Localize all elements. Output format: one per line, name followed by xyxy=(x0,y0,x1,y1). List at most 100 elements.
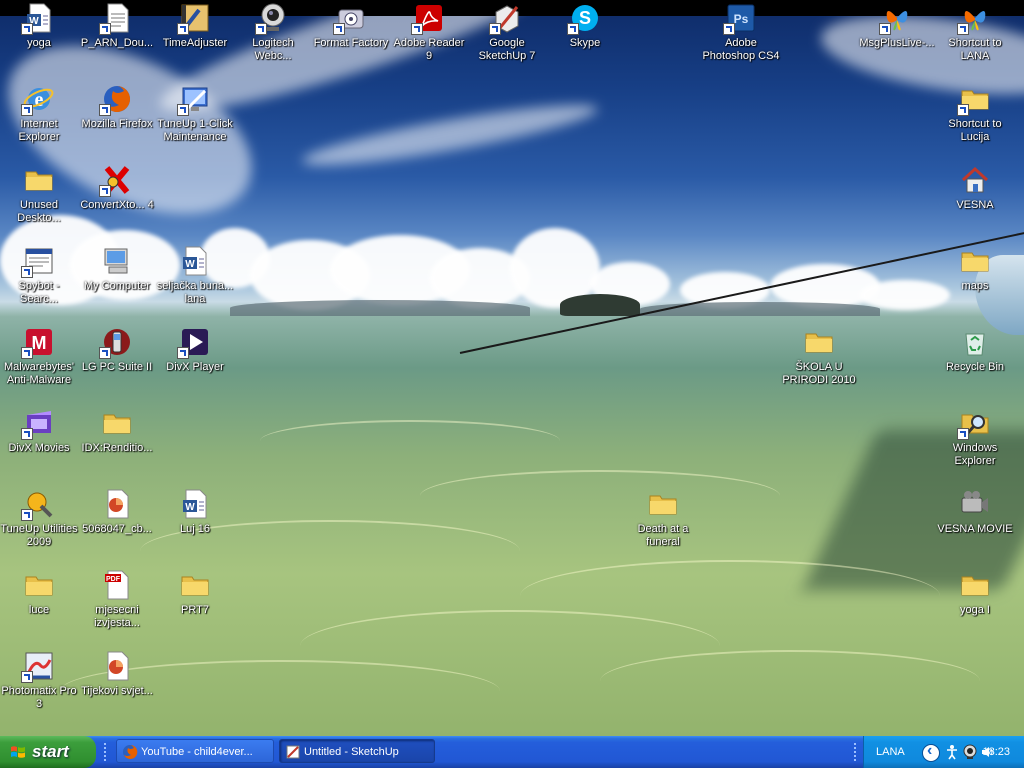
desktop-icon-luj-16[interactable]: W Luj 16 xyxy=(156,488,234,536)
desktop-icon-shortcut-to-lucija[interactable]: Shortcut to Lucija xyxy=(936,83,1014,144)
icon-label: Internet Explorer xyxy=(18,118,60,143)
desktop-icon-p-arn-dou[interactable]: P_ARN_Dou... xyxy=(78,2,156,50)
document-icon xyxy=(99,2,133,35)
shortcut-arrow-icon xyxy=(723,23,735,35)
desktop-icon-google-sketchup-7[interactable]: Google SketchUp 7 xyxy=(468,2,546,63)
desktop-icon-divx-movies[interactable]: DivX Movies xyxy=(0,407,78,455)
desktop-icon-logitech-webc[interactable]: Logitech Webc... xyxy=(234,2,312,63)
desktop-icon-tuneup-utilities-2009[interactable]: TuneUp Utilities 2009 xyxy=(0,488,78,549)
taskbar-grip[interactable] xyxy=(104,743,110,761)
msn-butterfly-icon xyxy=(957,2,991,35)
taskbar-button-youtube[interactable]: YouTube - child4ever... xyxy=(116,739,274,763)
folder-icon xyxy=(959,569,991,601)
desktop-icon-kola-u-prirodi-2010[interactable]: ŠKOLA U PRIRODI 2010 xyxy=(780,326,858,387)
shortcut-arrow-icon xyxy=(99,23,111,35)
desktop-icon-adobe-photoshop-cs4[interactable]: Ps Adobe Photoshop CS4 xyxy=(702,2,780,63)
desktop-icon-adobe-reader-9[interactable]: Adobe Reader 9 xyxy=(390,2,468,63)
webcam-tray-icon[interactable] xyxy=(962,744,978,760)
desktop-icon-5068047-cb[interactable]: 5068047_cb... xyxy=(78,488,156,536)
desktop-icon-shortcut-to-lana[interactable]: Shortcut to LANA xyxy=(936,2,1014,63)
desktop-icon-divx-player[interactable]: DivX Player xyxy=(156,326,234,374)
icon-label: Shortcut to Lucija xyxy=(948,118,1002,143)
desktop-icon-spybot-searc[interactable]: Spybot - Searc... xyxy=(0,245,78,306)
desktop-icon-yoga[interactable]: Wyoga xyxy=(0,2,78,50)
task-label: Untitled - SketchUp xyxy=(304,746,399,758)
icon-label: Unused Deskto... xyxy=(17,199,61,224)
language-indicator[interactable]: LANA xyxy=(876,736,905,768)
skype-icon: S xyxy=(567,2,601,35)
convertx-icon xyxy=(99,164,133,197)
show-hidden-icons-icon[interactable] xyxy=(922,742,940,762)
desktop-icon-windows-explorer[interactable]: Windows Explorer xyxy=(936,407,1014,468)
desktop-icon-mozilla-firefox[interactable]: Mozilla Firefox xyxy=(78,83,156,131)
desktop-icon-lg-pc-suite-ii[interactable]: LG PC Suite II xyxy=(78,326,156,374)
icon-label: PRT7 xyxy=(181,604,209,616)
desktop-icon-recycle-bin[interactable]: Recycle Bin xyxy=(936,326,1014,374)
icon-label: MsgPlusLive-... xyxy=(859,37,935,49)
svg-text:W: W xyxy=(185,259,195,270)
shortcut-arrow-icon xyxy=(21,104,33,116)
desktop-icon-tijekovi-svjet[interactable]: Tijekovi svjet... xyxy=(78,650,156,698)
windows-explorer-icon xyxy=(957,407,991,440)
desktop-icon-death-at-a-funeral[interactable]: Death at a funeral xyxy=(624,488,702,549)
desktop-icon-idx-renditio[interactable]: IDX:Renditio... xyxy=(78,407,156,455)
network-home-icon xyxy=(959,164,991,196)
firefox-icon xyxy=(123,744,138,759)
shortcut-arrow-icon xyxy=(21,347,33,359)
desktop-icon-maps[interactable]: maps xyxy=(936,245,1014,293)
shortcut-arrow-icon xyxy=(21,428,33,440)
desktop-icon-prt7[interactable]: PRT7 xyxy=(156,569,234,617)
folder-icon xyxy=(647,488,679,520)
word-document-icon: W xyxy=(21,2,55,35)
desktop-icon-mjesecni-izvjesta[interactable]: PDF mjesecni izvjesta... xyxy=(78,569,156,630)
accessibility-icon[interactable] xyxy=(944,744,960,760)
shortcut-arrow-icon xyxy=(99,347,111,359)
taskbar: start YouTube - child4ever... Untitled -… xyxy=(0,736,1024,768)
desktop-icon-malwarebytes-anti-malware[interactable]: M Malwarebytes' Anti-Malware xyxy=(0,326,78,387)
sketchup-icon xyxy=(489,2,523,35)
desktop-icon-selja-ka-buna-lana[interactable]: Wseljačka buna... lana xyxy=(156,245,234,306)
desktop-icon-tuneup-1-click-maintenance[interactable]: TuneUp 1-Click Maintenance xyxy=(156,83,234,144)
photoshop-icon: Ps xyxy=(723,2,757,35)
powerpoint-icon xyxy=(101,650,133,682)
icon-label: VESNA xyxy=(956,199,994,211)
desktop-icon-msgpluslive[interactable]: MsgPlusLive-... xyxy=(858,2,936,50)
desktop-icon-skype[interactable]: S Skype xyxy=(546,2,624,50)
desktop-icon-format-factory[interactable]: Format Factory xyxy=(312,2,390,50)
desktop-icon-yoga-i[interactable]: yoga I xyxy=(936,569,1014,617)
start-button[interactable]: start xyxy=(0,736,96,768)
system-tray: LANA 18:23 xyxy=(854,736,1024,768)
desktop-icon-photomatix-pro-3[interactable]: Photomatix Pro 3 xyxy=(0,650,78,711)
lg-phone-icon xyxy=(99,326,133,359)
desktop-icon-internet-explorer[interactable]: e Internet Explorer xyxy=(0,83,78,144)
shortcut-arrow-icon xyxy=(333,23,345,35)
desktop-icon-luce[interactable]: luce xyxy=(0,569,78,617)
recycle-bin-icon xyxy=(959,326,991,358)
windows-logo-icon xyxy=(11,746,25,758)
shortcut-arrow-icon xyxy=(255,23,267,35)
shortcut-arrow-icon xyxy=(177,104,189,116)
desktop-icon-vesna[interactable]: VESNA xyxy=(936,164,1014,212)
icon-label: yoga xyxy=(27,37,51,49)
divx-player-icon xyxy=(177,326,211,359)
icon-label: Google SketchUp 7 xyxy=(478,37,536,62)
format-factory-icon xyxy=(333,2,367,35)
icon-label: Shortcut to LANA xyxy=(948,37,1002,62)
desktop-icon-my-computer[interactable]: My Computer xyxy=(78,245,156,293)
shortcut-arrow-icon xyxy=(567,23,579,35)
taskbar-button-sketchup[interactable]: Untitled - SketchUp xyxy=(279,739,435,763)
shortcut-arrow-icon xyxy=(411,23,423,35)
icon-label: LG PC Suite II xyxy=(81,361,153,373)
shortcut-arrow-icon xyxy=(489,23,501,35)
icon-label: Adobe Reader 9 xyxy=(393,37,465,62)
tuneup-utilities-icon xyxy=(21,488,55,521)
svg-text:S: S xyxy=(579,8,591,28)
clock[interactable]: 18:23 xyxy=(982,736,1010,768)
shortcut-arrow-icon xyxy=(21,266,33,278)
word-document-icon: W xyxy=(179,488,211,520)
desktop-icon-unused-deskto[interactable]: Unused Deskto... xyxy=(0,164,78,225)
desktop-icon-timeadjuster[interactable]: TimeAdjuster xyxy=(156,2,234,50)
icon-label: Recycle Bin xyxy=(945,361,1005,373)
desktop-icon-convertxto-4[interactable]: ConvertXto... 4 xyxy=(78,164,156,212)
desktop-icon-vesna-movie[interactable]: VESNA MOVIE xyxy=(936,488,1014,536)
